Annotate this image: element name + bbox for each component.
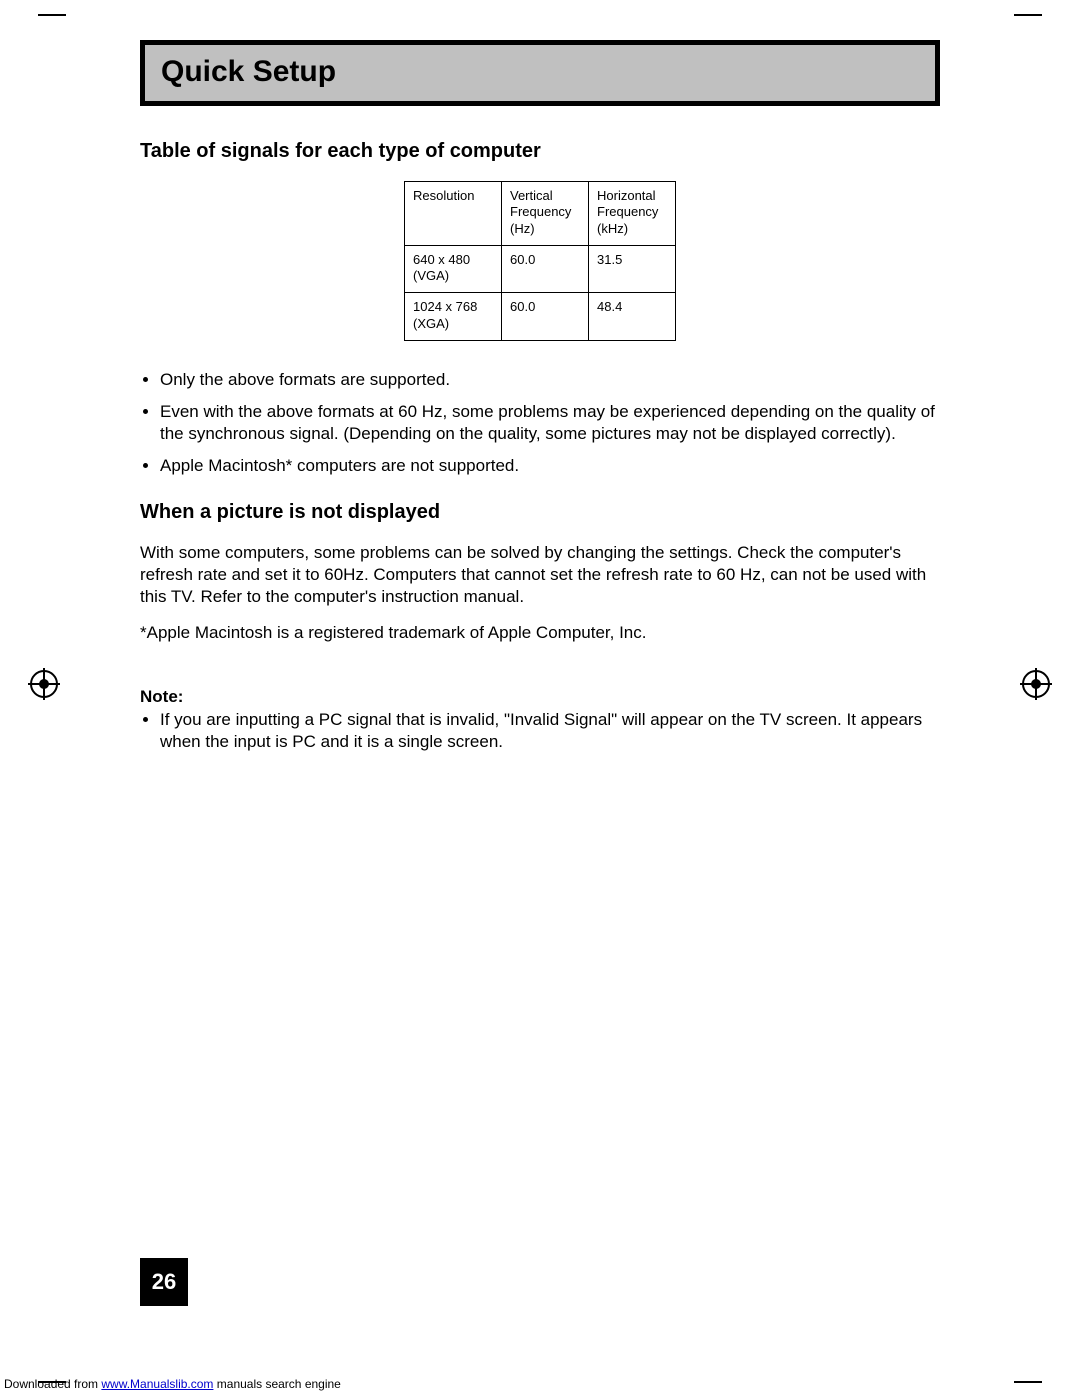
body-text: With some computers, some problems can b…: [140, 542, 940, 608]
table-cell: 640 x 480(VGA): [405, 245, 502, 293]
section-heading-signals: Table of signals for each type of comput…: [140, 140, 940, 163]
list-item: Even with the above formats at 60 Hz, so…: [160, 401, 940, 445]
page-number: 26: [140, 1258, 188, 1306]
table-cell: 48.4: [589, 293, 676, 341]
footer-prefix: Downloaded from: [4, 1377, 101, 1391]
table-header: HorizontalFrequency(kHz): [589, 182, 676, 246]
table-row: 640 x 480(VGA) 60.0 31.5: [405, 245, 676, 293]
bullet-list: Only the above formats are supported. Ev…: [140, 369, 940, 477]
list-item: If you are inputting a PC signal that is…: [160, 709, 940, 753]
table-cell: 60.0: [502, 293, 589, 341]
table-header: VerticalFrequency(Hz): [502, 182, 589, 246]
section-heading-picture: When a picture is not displayed: [140, 501, 940, 524]
footer-suffix: manuals search engine: [213, 1377, 340, 1391]
note-label: Note:: [140, 687, 940, 707]
table-row: 1024 x 768(XGA) 60.0 48.4: [405, 293, 676, 341]
table-cell: 60.0: [502, 245, 589, 293]
table-header: Resolution: [405, 182, 502, 246]
page-title: Quick Setup: [161, 55, 919, 89]
registration-mark-icon: [28, 668, 60, 700]
body-text: *Apple Macintosh is a registered tradema…: [140, 622, 940, 644]
list-item: Apple Macintosh* computers are not suppo…: [160, 455, 940, 477]
table-cell: 31.5: [589, 245, 676, 293]
title-box: Quick Setup: [140, 40, 940, 106]
footer-link[interactable]: www.Manualslib.com: [101, 1377, 213, 1391]
crop-mark: [38, 14, 66, 16]
list-item: Only the above formats are supported.: [160, 369, 940, 391]
registration-mark-icon: [1020, 668, 1052, 700]
table-cell: 1024 x 768(XGA): [405, 293, 502, 341]
signals-table: Resolution VerticalFrequency(Hz) Horizon…: [404, 181, 676, 341]
crop-mark: [1014, 14, 1042, 16]
page-content: Quick Setup Table of signals for each ty…: [140, 40, 940, 753]
crop-mark: [1014, 1381, 1042, 1383]
footer: Downloaded from www.Manualslib.com manua…: [4, 1377, 341, 1391]
note-list: If you are inputting a PC signal that is…: [140, 709, 940, 753]
